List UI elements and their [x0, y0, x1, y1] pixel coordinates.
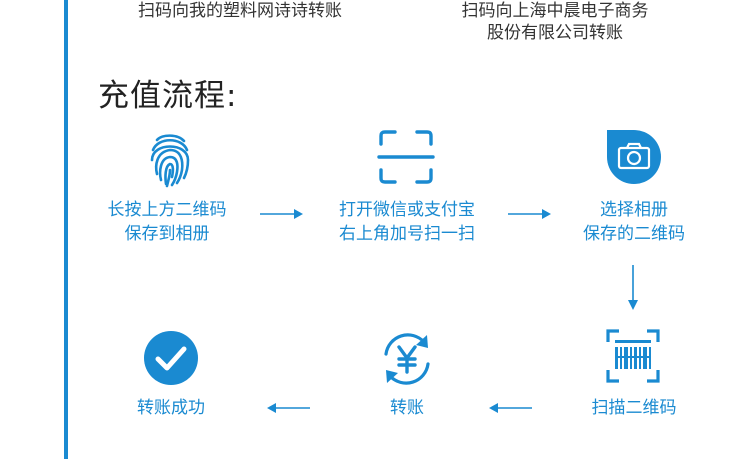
- step-1-line2: 保存到相册: [124, 224, 210, 244]
- qr-caption-right: 扫码向上海中晨电子商务 股份有限公司转账: [420, 0, 690, 44]
- step-label-1: 长按上方二维码 保存到相册: [92, 198, 242, 246]
- step-label-4: 扫描二维码: [570, 396, 698, 420]
- step-6-line1: 转账成功: [137, 398, 205, 418]
- fingerprint-icon: [148, 130, 192, 188]
- qr-caption-left: 扫码向我的塑料网诗诗转账: [110, 0, 370, 22]
- yuan-transfer-icon: [378, 330, 436, 388]
- arrow-right-icon: [260, 208, 304, 220]
- step-label-3: 选择相册 保存的二维码: [560, 198, 708, 246]
- checkmark-icon: [143, 330, 199, 386]
- step-4-line1: 扫描二维码: [591, 398, 677, 418]
- step-label-6: 转账成功: [115, 396, 227, 420]
- step-label-5: 转账: [372, 396, 442, 420]
- step-label-2: 打开微信或支付宝 右上角加号扫一扫: [322, 198, 492, 246]
- step-1-line1: 长按上方二维码: [107, 200, 227, 220]
- qr-caption-right-line2: 股份有限公司转账: [487, 23, 623, 43]
- arrow-right-icon: [508, 208, 552, 220]
- qr-caption-left-line1: 扫码向我的塑料网诗诗转账: [138, 1, 342, 21]
- step-2-line2: 右上角加号扫一扫: [339, 224, 475, 244]
- arrow-left-icon: [266, 402, 310, 414]
- step-5-line1: 转账: [390, 398, 424, 418]
- step-2-line1: 打开微信或支付宝: [339, 200, 475, 220]
- scan-frame-icon: [377, 128, 435, 186]
- step-3-line2: 保存的二维码: [583, 224, 685, 244]
- arrow-left-icon: [488, 402, 532, 414]
- camera-icon: [605, 128, 663, 186]
- qr-caption-right-line1: 扫码向上海中晨电子商务: [461, 1, 649, 21]
- left-accent-rule: [64, 0, 68, 459]
- page-title: 充值流程:: [98, 78, 238, 114]
- step-3-line1: 选择相册: [600, 200, 668, 220]
- arrow-down-icon: [627, 265, 639, 311]
- recharge-process-page: 扫码向我的塑料网诗诗转账 扫码向上海中晨电子商务 股份有限公司转账 充值流程: …: [0, 0, 750, 459]
- barcode-scan-icon: [605, 328, 661, 384]
